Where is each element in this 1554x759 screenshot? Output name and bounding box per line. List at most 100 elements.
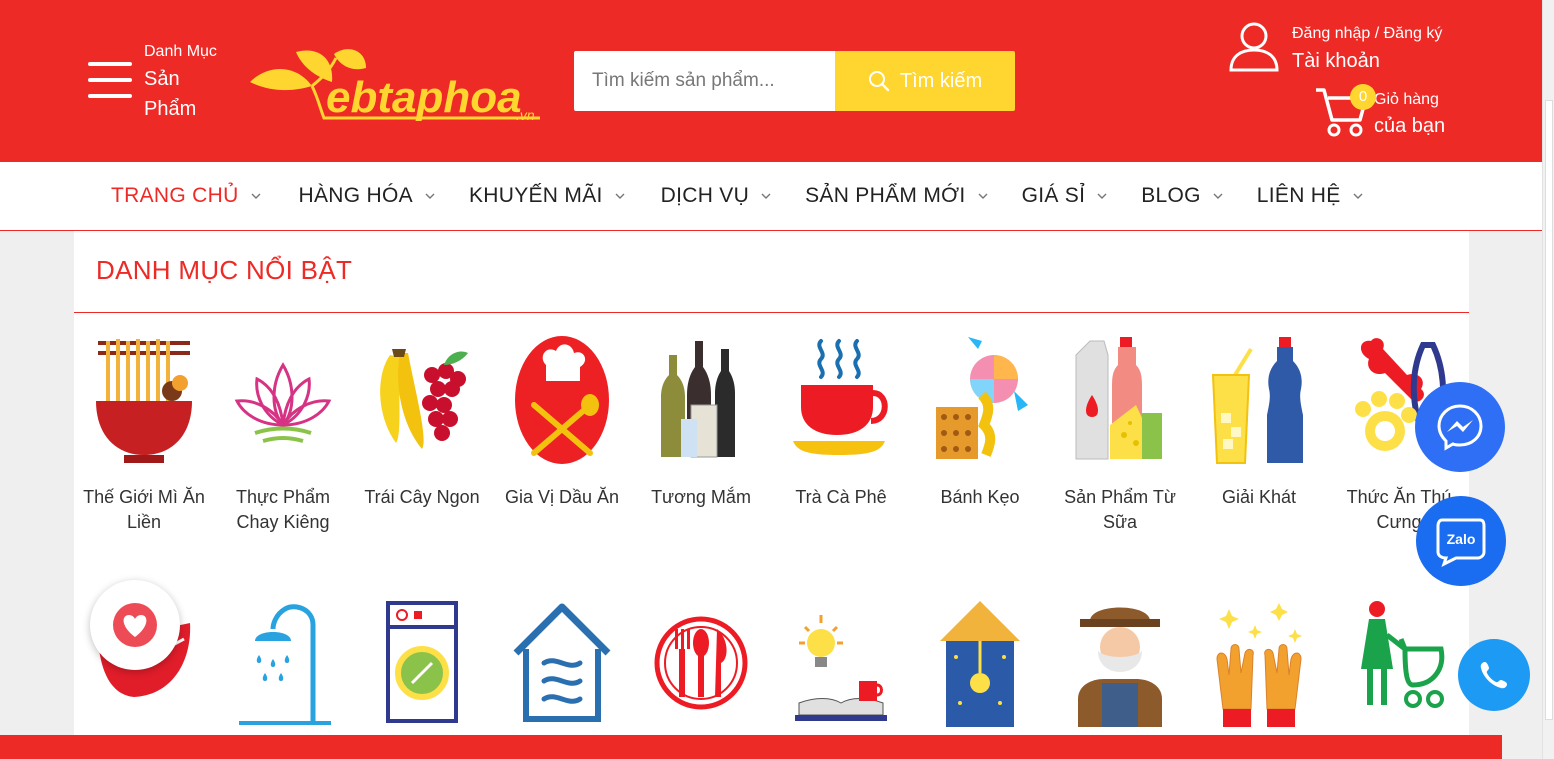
chevron-down-icon: [615, 193, 625, 199]
phone-float-button[interactable]: [1458, 639, 1530, 711]
nav-item-products[interactable]: HÀNG HÓA: [299, 184, 435, 208]
heart-icon: [113, 603, 157, 647]
category-label: Bánh Kẹo: [940, 487, 1020, 507]
cart-label-small: Giỏ hàng: [1374, 91, 1439, 108]
nav-item-contact[interactable]: LIÊN HỆ: [1257, 184, 1363, 208]
category-item[interactable]: [776, 599, 906, 729]
category-item[interactable]: Trái Cây Ngon: [357, 335, 487, 510]
category-item[interactable]: Trà Cà Phê: [776, 335, 906, 510]
category-item[interactable]: Thực Phẩm Chay Kiêng: [218, 335, 348, 535]
nav-item-label: GIÁ SỈ: [1021, 184, 1086, 207]
chevron-down-icon: [1213, 193, 1223, 199]
category-item[interactable]: [1194, 599, 1324, 729]
cart-link[interactable]: 0 Giỏ hàng của bạn: [1314, 84, 1445, 140]
nav-item-home[interactable]: TRANG CHỦ: [111, 184, 261, 208]
chef-spoon-icon: [515, 336, 609, 464]
messenger-icon: [1437, 404, 1483, 451]
category-item[interactable]: [915, 599, 1045, 729]
category-label: Giải Khát: [1221, 487, 1297, 507]
category-item[interactable]: Sản Phẩm Từ Sữa: [1055, 335, 1185, 535]
category-label: Sản Phẩm Từ Sữa: [1064, 487, 1176, 532]
section-title: DANH MỤC NỔI BẬT: [96, 255, 353, 285]
category-item[interactable]: [497, 599, 627, 729]
featured-categories-section: DANH MỤC NỔI BẬT Thế Giới Mì Ăn Liền Thự…: [74, 231, 1469, 735]
category-item[interactable]: Bánh Kẹo: [915, 335, 1045, 510]
category-label: Thế Giới Mì Ăn Liền: [83, 487, 205, 532]
search-button[interactable]: Tìm kiếm: [835, 51, 1015, 111]
search-icon: [868, 71, 890, 92]
category-item[interactable]: [357, 599, 487, 729]
category-label: Trái Cây Ngon: [364, 487, 480, 507]
cart-label-big: của bạn: [1374, 115, 1446, 137]
category-item[interactable]: Tương Mắm: [636, 335, 766, 510]
wall-lamp-icon: [940, 601, 1020, 727]
scrollbar-thumb[interactable]: [1545, 100, 1553, 720]
svg-text:Zalo: Zalo: [1447, 531, 1476, 547]
category-menu-big-label: Sản Phẩm: [144, 68, 197, 120]
category-item[interactable]: [1055, 599, 1185, 729]
cart-count-badge: 0: [1350, 84, 1376, 110]
lotus-icon: [234, 362, 332, 443]
old-farmer-icon: [1078, 607, 1162, 727]
cutlery-plate-icon: [654, 616, 748, 710]
nav-item-promotions[interactable]: KHUYẾN MÃI: [469, 184, 625, 208]
chevron-down-icon: [978, 193, 988, 199]
category-item[interactable]: Giải Khát: [1194, 335, 1324, 510]
mother-baby-icon: [1361, 601, 1445, 708]
category-item[interactable]: [1334, 599, 1464, 729]
category-label: Tương Mắm: [651, 487, 751, 507]
site-header: Danh Mục Sản Phẩm ebtaphoa .vn Tìm kiếm: [0, 0, 1542, 162]
wishlist-float-button[interactable]: [90, 580, 180, 670]
page-scrollbar[interactable]: [1542, 0, 1554, 759]
site-logo[interactable]: ebtaphoa .vn: [248, 42, 548, 124]
nav-item-label: HÀNG HÓA: [298, 184, 413, 207]
nav-item-label: LIÊN HỆ: [1256, 184, 1341, 207]
nav-item-label: DỊCH VỤ: [660, 184, 750, 207]
chevron-down-icon: [1097, 193, 1107, 199]
fruit-icon: [380, 349, 468, 449]
category-label: Trà Cà Phê: [795, 487, 887, 507]
nav-item-blog[interactable]: BLOG: [1141, 184, 1223, 208]
main-nav: TRANG CHỦ HÀNG HÓA KHUYẾN MÃI DỊCH VỤ SẢ…: [0, 162, 1542, 231]
search-bar: Tìm kiếm: [574, 51, 1015, 111]
drink-icon: [1211, 337, 1303, 464]
washing-machine-icon: [386, 601, 458, 723]
category-item[interactable]: Gia Vị Dầu Ăn: [497, 335, 627, 510]
leaf-logo-icon: ebtaphoa .vn: [250, 49, 540, 123]
account-label: Tài khoản: [1292, 50, 1380, 72]
chevron-down-icon: [251, 193, 261, 199]
nav-item-services[interactable]: DỊCH VỤ: [661, 184, 771, 208]
user-icon: [1229, 22, 1279, 72]
phone-icon: [1480, 662, 1507, 689]
account-login-register[interactable]: Đăng nhập / Đăng ký: [1292, 20, 1442, 48]
candy-icon: [936, 337, 1028, 459]
search-button-label: Tìm kiếm: [899, 69, 983, 92]
hamburger-icon: [88, 62, 132, 98]
shower-icon: [239, 604, 331, 725]
category-item[interactable]: [218, 599, 348, 729]
nav-item-label: TRANG CHỦ: [111, 184, 239, 207]
category-menu-toggle[interactable]: Danh Mục Sản Phẩm: [88, 40, 224, 124]
search-input[interactable]: [574, 51, 835, 111]
category-item[interactable]: Thế Giới Mì Ăn Liền: [79, 335, 209, 535]
nav-item-label: SẢN PHẨM MỚI: [805, 184, 966, 207]
logo-text: ebtaphoa: [326, 73, 522, 122]
sparkle-hands-icon: [1216, 603, 1302, 727]
messenger-float-button[interactable]: [1415, 382, 1505, 472]
footer-bar: [0, 735, 1502, 759]
nav-item-new-products[interactable]: SẢN PHẨM MỚI: [805, 184, 988, 208]
chevron-down-icon: [1353, 193, 1363, 199]
lamp-book-icon: [795, 615, 887, 721]
milk-icon: [1075, 337, 1162, 460]
coffee-cup-icon: [793, 339, 888, 455]
zalo-float-button[interactable]: Zalo: [1416, 496, 1506, 586]
zalo-icon: Zalo: [1436, 518, 1486, 567]
logo-domain: .vn: [516, 107, 535, 123]
bottles-icon: [661, 341, 735, 458]
nav-item-label: KHUYẾN MÃI: [468, 184, 603, 207]
chevron-down-icon: [425, 193, 435, 199]
category-menu-small-label: Danh Mục: [144, 43, 217, 60]
nav-item-wholesale[interactable]: GIÁ SỈ: [1022, 184, 1108, 208]
account-link[interactable]: Đăng nhập / Đăng ký Tài khoản: [1228, 20, 1442, 74]
category-item[interactable]: [636, 599, 766, 729]
